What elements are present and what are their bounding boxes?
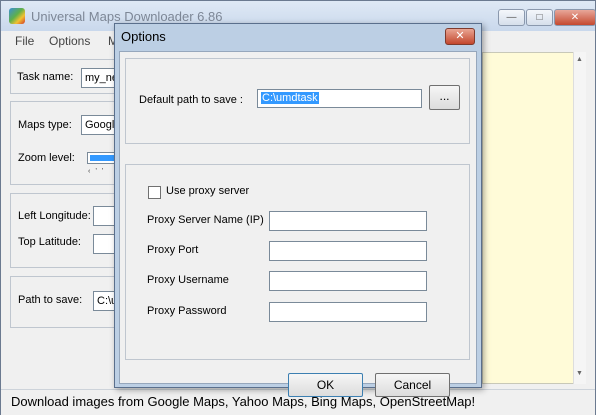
menu-file[interactable]: File [15, 34, 34, 48]
zoom-level-label: Zoom level: [18, 152, 75, 164]
task-group: Task name: my_ne [10, 59, 123, 94]
proxy-username-input[interactable] [269, 271, 427, 291]
cancel-button[interactable]: Cancel [375, 373, 450, 397]
zoom-level-slider[interactable] [87, 152, 117, 164]
app-title: Universal Maps Downloader 6.86 [31, 9, 223, 24]
default-path-value: C:\umdtask [261, 92, 319, 104]
maps-type-label: Maps type: [18, 119, 72, 131]
proxy-username-label: Proxy Username [147, 274, 229, 286]
default-path-group: Default path to save : C:\umdtask ... [125, 58, 470, 144]
proxy-port-label: Proxy Port [147, 244, 199, 256]
menu-options[interactable]: Options [49, 34, 90, 48]
maximize-icon[interactable]: □ [526, 9, 553, 26]
left-longitude-label: Left Longitude: [18, 210, 91, 222]
proxy-port-input[interactable] [269, 241, 427, 261]
use-proxy-label: Use proxy server [166, 185, 250, 197]
scroll-down-icon[interactable]: ▼ [576, 370, 583, 377]
proxy-password-input[interactable] [269, 302, 427, 322]
globe-icon [9, 8, 25, 24]
proxy-password-label: Proxy Password [147, 305, 227, 317]
dialog-title: Options [121, 29, 166, 44]
map-preview-panel[interactable] [482, 52, 574, 384]
options-dialog: Options ✕ Default path to save : C:\umdt… [114, 23, 482, 397]
vertical-scrollbar[interactable]: ▲ ▼ [573, 52, 586, 384]
browse-button[interactable]: ... [429, 85, 460, 110]
proxy-server-label: Proxy Server Name (IP) [147, 214, 264, 226]
top-latitude-label: Top Latitude: [18, 236, 81, 248]
dialog-body: Default path to save : C:\umdtask ... Us… [119, 51, 477, 397]
proxy-group: Use proxy server Proxy Server Name (IP) … [125, 164, 470, 360]
use-proxy-checkbox[interactable] [148, 186, 161, 199]
scroll-up-icon[interactable]: ▲ [576, 56, 583, 63]
default-path-input[interactable]: C:\umdtask [257, 89, 422, 108]
close-icon[interactable]: ✕ [554, 9, 596, 26]
coords-group: Left Longitude: Top Latitude: [10, 193, 123, 268]
default-path-label: Default path to save : [139, 94, 243, 106]
maps-group: Maps type: Google Zoom level: ‹’’ [10, 101, 123, 185]
ok-button[interactable]: OK [288, 373, 363, 397]
proxy-server-input[interactable] [269, 211, 427, 231]
close-icon[interactable]: ✕ [445, 28, 475, 45]
path-group: Path to save: C:\u [10, 276, 123, 328]
minimize-icon[interactable]: — [498, 9, 525, 26]
path-to-save-label: Path to save: [18, 294, 83, 306]
task-name-label: Task name: [17, 71, 74, 83]
